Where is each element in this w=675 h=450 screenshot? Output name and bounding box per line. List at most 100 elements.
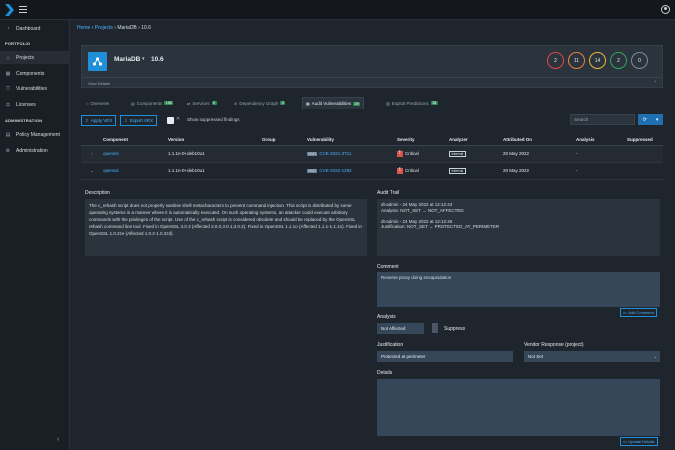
section-portfolio: PORTFOLIO [5,41,31,46]
breadcrumb-projects[interactable]: Projects [95,25,113,31]
analysis-label: Analysis [377,314,396,320]
dependency-track-logo-icon[interactable] [5,4,14,16]
group-cell [260,145,305,163]
vulnerability-link[interactable]: CVE-2021-3711 [319,151,351,156]
component-link[interactable]: openssl [103,168,119,173]
breadcrumb-home[interactable]: Home [77,25,90,31]
breadcrumb-current: MariaDB › 10.6 [117,25,151,31]
dependency-graph-icon: ⋔ [234,100,238,106]
sidebar-item-components[interactable]: ▦ Components [0,67,70,80]
severity-count-badge: 11 [568,52,585,69]
details-textarea[interactable] [377,379,660,436]
expand-column-header [81,134,101,146]
section-administration: ADMINISTRATION [5,118,43,123]
row-collapse-icon[interactable]: ⌄ [81,162,101,180]
sidebar-item-dashboard[interactable]: ◔ Dashboard [0,22,70,35]
sidebar-item-administration[interactable]: ⚙ Administration [0,144,70,157]
button-label: Update Details [628,439,655,444]
tab-components[interactable]: ▤ Components 156 [128,97,176,109]
view-details-caret-icon[interactable]: › [654,79,656,85]
overview-icon: ⌂ [86,100,89,106]
severity-critical-icon [397,150,403,157]
download-icon: ⇩ [124,117,128,123]
justification-selected-value: Protected at perimeter [381,354,426,359]
column-header-analyzer[interactable]: Analyzer [447,134,501,146]
column-header-component[interactable]: Component [101,134,166,146]
refresh-icon: ⟳ [642,116,647,123]
show-suppressed-label: Show suppressed findings [187,117,240,122]
search-input[interactable]: Search [570,114,635,125]
column-header-vulnerability[interactable]: Vulnerability [305,134,395,146]
sidebar-item-label: Projects [16,54,35,61]
tab-count-badge: 29 [353,101,361,106]
breadcrumb-separator: › [114,25,116,31]
sidebar-item-label: Licenses [16,101,36,108]
suppress-toggle[interactable] [432,323,438,333]
severity-count-badge: 14 [589,52,606,69]
severity-label: Critical [405,167,419,173]
column-header-severity[interactable]: Severity [395,134,447,146]
chevron-down-icon[interactable]: ▾ [656,117,659,123]
column-header-group[interactable]: Group [260,134,305,146]
sidebar-item-label: Vulnerabilities [16,85,47,92]
audit-icon: ▦ [306,101,310,106]
breadcrumb-separator: › [91,25,94,31]
show-suppressed-checkbox[interactable] [167,117,174,124]
view-details-link[interactable]: View Details [88,81,110,86]
source-badge: NVD [307,152,318,156]
breadcrumb: Home › Projects › MariaDB › 10.6 [77,25,151,31]
column-header-attributed-on[interactable]: Attributed On [501,134,574,146]
sidebar-item-label: Dashboard [16,25,41,32]
table-row[interactable]: › openssl 1.1.1n-0+deb10u1 NVD CVE-2021-3… [81,145,663,163]
comment-textarea[interactable]: Reverse proxy doing encapsulation [377,272,660,307]
sidebar-item-policy-management[interactable]: ▤ Policy Management [0,128,70,141]
sidebar-item-projects[interactable]: ⛬ Projects [0,51,70,64]
justification-select[interactable]: Protected at perimeter [377,351,513,362]
vendor-response-select[interactable]: Not Set ⌄ [524,351,660,362]
analyzer-badge: Internal [449,151,466,157]
tab-dependency-graph[interactable]: ⋔ Dependency Graph 0 [231,97,288,109]
tab-count-badge: 0 [211,101,217,105]
row-expand-icon[interactable]: › [81,145,101,163]
severity-count-badge: 0 [631,52,648,69]
tab-exploit-predictions[interactable]: ▥ Exploit Predictions 28 [383,97,441,109]
column-header-version[interactable]: Version [166,134,260,146]
services-icon: ⇄ [187,100,191,106]
refresh-button[interactable]: ⟳ ▾ [638,114,663,125]
user-profile-icon[interactable] [661,5,670,14]
component-link[interactable]: openssl [103,151,119,156]
project-header-card: MariaDB ▾ 10.6 2 11 14 2 0 View Details › [81,45,663,88]
tab-services[interactable]: ⇄ Services 0 [184,97,220,109]
analysis-select[interactable]: Not Affected [377,323,424,334]
table-row[interactable]: ⌄ openssl 1.1.1n-0+deb10u1 NVD CVE-2022-1… [81,162,663,180]
dashboard-icon: ◔ [6,25,10,32]
export-vex-button[interactable]: ⇩ Export VEX [120,115,158,126]
hamburger-menu-icon[interactable] [19,6,27,13]
button-label: Export VEX [129,118,154,123]
apply-vex-button[interactable]: ⇪ Apply VEX [81,115,117,126]
tab-label: Dependency Graph [239,100,279,106]
project-name: MariaDB [114,56,141,63]
project-version-dropdown-icon[interactable]: ▾ [142,56,145,62]
tab-label: Exploit Predictions [391,100,429,106]
severity-count-badge: 2 [610,52,627,69]
tab-audit-vulnerabilities[interactable]: ▦ Audit Vulnerabilities 29 [302,97,365,109]
close-icon[interactable]: ✕ [176,116,180,122]
description-label: Description [85,190,111,196]
button-label: Add Comment [628,310,654,315]
update-details-button[interactable]: ▭ Update Details [620,437,658,446]
suppress-label: Suppress [444,326,466,332]
column-header-analysis[interactable]: Analysis [574,134,625,146]
vendor-response-selected-value: Not Set [528,354,544,359]
shield-icon: ⛉ [6,85,10,92]
sidebar-collapse-icon[interactable]: ‹ [57,436,59,443]
sidebar-item-vulnerabilities[interactable]: ⛉ Vulnerabilities [0,82,70,95]
analysis-selected-value: Not Affected [381,326,406,331]
tab-overview[interactable]: ⌂ Overview [83,97,112,109]
sidebar-item-licenses[interactable]: ⚖ Licenses [0,98,70,111]
column-header-suppressed[interactable]: Suppressed [625,134,663,146]
add-comment-button[interactable]: ▭ Add Comment [620,308,657,317]
vulnerability-link[interactable]: CVE-2022-1292 [319,168,351,173]
suppressed-cell [625,162,663,180]
attributed-on-cell: 20 May 2022 [501,162,574,180]
